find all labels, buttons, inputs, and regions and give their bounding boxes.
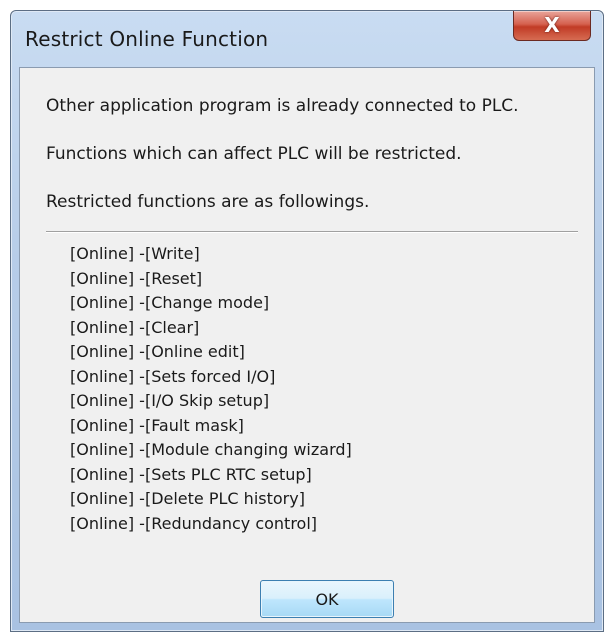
list-item: [Online] -[Online edit] xyxy=(70,342,245,361)
ok-button[interactable]: OK xyxy=(260,580,394,618)
close-button[interactable]: X xyxy=(513,11,591,41)
close-icon: X xyxy=(544,12,560,37)
list-item: [Online] -[Clear] xyxy=(70,317,200,337)
list-item: [Online] -[Sets PLC RTC setup] xyxy=(70,464,312,484)
message-restricted: Functions which can affect PLC will be r… xyxy=(46,144,462,164)
message-followings: Restricted functions are as followings. xyxy=(46,192,370,212)
list-item: [Online] -[Sets forced I/O] xyxy=(70,366,276,386)
restricted-functions-list: [Online] -[Write] [Online] -[Reset] [Onl… xyxy=(70,242,352,536)
title-bar[interactable]: Restrict Online Function X xyxy=(11,11,603,67)
divider xyxy=(46,231,578,233)
list-item: [Online] -[Reset] xyxy=(70,268,203,288)
dialog-title: Restrict Online Function xyxy=(25,27,269,51)
restrict-online-function-dialog: Restrict Online Function X Other applica… xyxy=(10,10,604,632)
dialog-content: Other application program is already con… xyxy=(19,67,595,623)
message-connected: Other application program is already con… xyxy=(46,96,519,116)
list-item: [Online] -[Change mode] xyxy=(70,293,270,312)
list-item: [Online] -[Redundancy control] xyxy=(70,513,318,533)
list-item: [Online] -[I/O Skip setup] xyxy=(70,391,270,410)
list-item: [Online] -[Fault mask] xyxy=(70,415,244,435)
list-item: [Online] -[Delete PLC history] xyxy=(70,489,305,508)
list-item: [Online] -[Write] xyxy=(70,244,200,263)
list-item: [Online] -[Module changing wizard] xyxy=(70,440,352,459)
